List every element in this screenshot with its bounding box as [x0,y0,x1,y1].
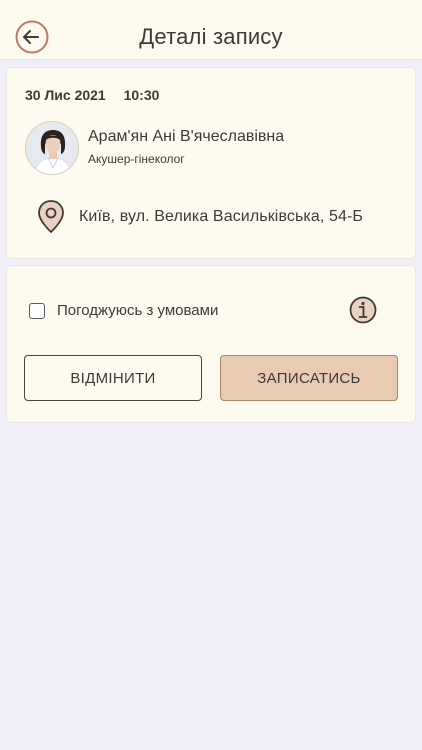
doctor-avatar [25,121,79,175]
doctor-name: Арам'ян Ані В'ячеславівна [88,128,285,145]
info-button[interactable] [348,294,378,326]
doctor-specialty: Акушер-гінеколог [88,152,185,166]
agree-checkbox[interactable] [29,303,45,319]
clinic-address: Київ, вул. Велика Васильківська, 54-Б [79,208,363,225]
appointment-date: 30 Лис 2021 [25,87,106,103]
appointment-time: 10:30 [123,87,160,103]
info-icon [349,296,377,324]
cancel-button[interactable]: ВІДМІНИТИ [24,355,202,401]
agree-label[interactable]: Погоджуюсь з умовами [57,302,218,319]
appointment-card: 30 Лис 2021 10:30 Арам'ян Ані В'ячеславі… [6,67,416,259]
submit-button[interactable]: ЗАПИСАТИСЬ [220,355,398,401]
actions-card: Погоджуюсь з умовами ВІДМІНИТИ ЗАПИСАТИС… [6,265,416,423]
top-bar: Деталі запису [0,0,422,60]
map-pin-icon [35,199,67,235]
appointment-datetime: 30 Лис 2021 10:30 [25,87,159,103]
page-title: Деталі запису [139,24,283,49]
